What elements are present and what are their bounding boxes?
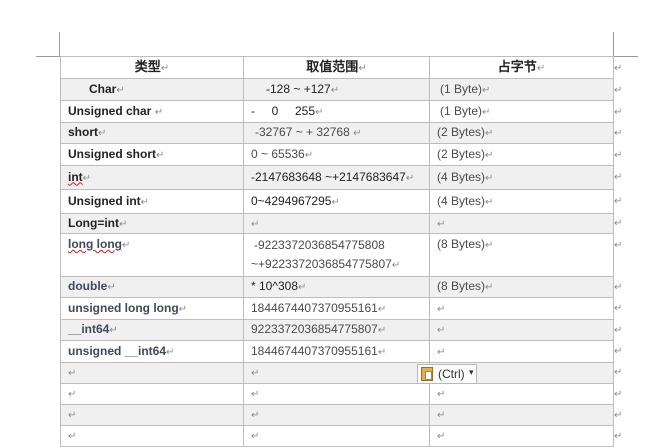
bytes-cell[interactable]: (1 Byte)↵ (429, 78, 614, 101)
table-row-empty: ↵ ↵ ↵ (60, 383, 614, 405)
end-of-row-mark: ↵ (614, 240, 623, 251)
type-cell[interactable]: int↵ (60, 165, 244, 190)
empty-cell[interactable]: ↵ (429, 404, 614, 426)
range-cell[interactable]: 0~4294967295↵ (243, 189, 430, 214)
end-of-row-mark: ↵ (614, 128, 623, 139)
end-of-row-mark: ↵ (614, 303, 623, 314)
crop-mark-top-right-v (613, 32, 614, 56)
end-of-row-mark: ↵ (614, 431, 623, 442)
empty-cell[interactable]: ↵ (243, 362, 430, 384)
bytes-cell[interactable]: (2 Bytes)↵ (429, 122, 614, 144)
type-cell[interactable]: Unsigned char ↵ (60, 100, 244, 123)
empty-cell[interactable]: ↵ (60, 362, 244, 384)
end-of-row-mark: ↵ (614, 367, 623, 378)
chevron-down-icon: ▾ (469, 367, 474, 377)
end-of-row-mark: ↵ (614, 389, 623, 400)
header-range[interactable]: 取值范围↵ (243, 56, 430, 79)
end-of-row-mark: ↵ (614, 346, 623, 357)
table-row: Char↵ -128 ~ +127↵ (1 Byte)↵ (60, 78, 614, 101)
table-row: short↵ -32767 ~ + 32768 ↵ (2 Bytes)↵ (60, 122, 614, 144)
table-row: __int64↵ 9223372036854775807↵ ↵ (60, 319, 614, 341)
range-cell[interactable]: 1844674407370955161↵ (243, 297, 430, 320)
bytes-cell[interactable]: (8 Bytes)↵ (429, 233, 614, 277)
end-of-row-mark: ↵ (614, 282, 623, 293)
empty-cell[interactable]: ↵ (60, 383, 244, 405)
range-cell[interactable]: -128 ~ +127↵ (243, 78, 430, 101)
data-type-table: 类型↵ 取值范围↵ 占字节↵ Char↵ -128 ~ +127↵ (1 Byt… (60, 56, 614, 447)
type-cell[interactable]: Unsigned short↵ (60, 143, 244, 166)
type-cell[interactable]: Long=int↵ (60, 213, 244, 234)
bytes-cell[interactable]: ↵ (429, 319, 614, 341)
range-cell[interactable]: -9223372036854775808 ~+92233720368547758… (243, 233, 430, 277)
type-cell[interactable]: double↵ (60, 276, 244, 298)
table-row-empty: ↵ ↵ ↵ (60, 362, 614, 384)
bytes-cell[interactable]: (4 Bytes)↵ (429, 189, 614, 214)
empty-cell[interactable]: ↵ (429, 383, 614, 405)
type-cell[interactable]: Char↵ (60, 78, 244, 101)
table-row: Unsigned short↵ 0 ~ 65536↵ (2 Bytes)↵ (60, 143, 614, 166)
empty-cell[interactable]: ↵ (243, 425, 430, 447)
empty-cell[interactable]: ↵ (243, 383, 430, 405)
empty-cell[interactable]: ↵ (243, 404, 430, 426)
end-of-row-mark: ↵ (614, 172, 623, 183)
empty-cell[interactable]: ↵ (429, 425, 614, 447)
header-bytes[interactable]: 占字节↵ (429, 56, 614, 79)
table-header-row: 类型↵ 取值范围↵ 占字节↵ (60, 56, 614, 79)
crop-mark-top-left-h (36, 56, 60, 57)
type-cell[interactable]: unsigned long long↵ (60, 297, 244, 320)
end-of-row-mark: ↵ (614, 107, 623, 118)
bytes-cell[interactable]: ↵ (429, 340, 614, 363)
table-row: Unsigned char ↵ - 0 255↵ (1 Byte)↵ (60, 100, 614, 123)
table-row: unsigned long long↵ 1844674407370955161↵… (60, 297, 614, 320)
range-cell[interactable]: * 10^308↵ (243, 276, 430, 298)
crop-mark-top-left-v (59, 32, 60, 56)
end-of-row-mark: ↵ (614, 410, 623, 421)
range-line-2: ~+9223372036854775807↵ (251, 257, 401, 271)
type-cell[interactable]: Unsigned int↵ (60, 189, 244, 214)
bytes-cell[interactable]: (2 Bytes)↵ (429, 143, 614, 166)
bytes-cell[interactable]: (8 Bytes)↵ (429, 276, 614, 298)
paste-options-label: (Ctrl) (438, 367, 465, 381)
end-of-row-mark: ↵ (614, 325, 623, 336)
table-row: int↵ -2147683648 ~+2147683647↵ (4 Bytes)… (60, 165, 614, 190)
type-cell[interactable]: unsigned __int64↵ (60, 340, 244, 363)
bytes-cell[interactable]: ↵ (429, 213, 614, 234)
table-row: long long↵ -9223372036854775808 ~+922337… (60, 233, 614, 277)
range-cell[interactable]: -2147683648 ~+2147683647↵ (243, 165, 430, 190)
bytes-cell[interactable]: (4 Bytes)↵ (429, 165, 614, 190)
range-cell[interactable]: ↵ (243, 213, 430, 234)
range-cell[interactable]: 1844674407370955161↵ (243, 340, 430, 363)
bytes-cell[interactable]: ↵ (429, 297, 614, 320)
clipboard-icon (421, 367, 433, 381)
table-row-empty: ↵ ↵ ↵ (60, 404, 614, 426)
empty-cell[interactable]: ↵ (60, 404, 244, 426)
range-line-1: -9223372036854775808 (254, 238, 385, 252)
end-of-row-mark: ↵ (614, 196, 623, 207)
bytes-cell[interactable]: (1 Byte)↵ (429, 100, 614, 123)
table-row: unsigned __int64↵ 1844674407370955161↵ ↵ (60, 340, 614, 363)
type-cell[interactable]: short↵ (60, 122, 244, 144)
range-cell[interactable]: 9223372036854775807↵ (243, 319, 430, 341)
range-cell[interactable]: -32767 ~ + 32768 ↵ (243, 122, 430, 144)
type-cell[interactable]: __int64↵ (60, 319, 244, 341)
end-of-row-mark: ↵ (614, 150, 623, 161)
type-cell[interactable]: long long↵ (60, 233, 244, 277)
end-of-row-mark: ↵ (614, 218, 623, 229)
paste-options-button[interactable]: (Ctrl) ▾ (417, 364, 477, 384)
crop-mark-top-right-h (614, 56, 638, 57)
end-of-row-mark: ↵ (614, 63, 623, 74)
table-row: double↵ * 10^308↵ (8 Bytes)↵ (60, 276, 614, 298)
end-of-row-mark: ↵ (614, 85, 623, 96)
table-row: Unsigned int↵ 0~4294967295↵ (4 Bytes)↵ (60, 189, 614, 214)
table-row: Long=int↵ ↵ ↵ (60, 213, 614, 234)
table-row-empty: ↵ ↵ ↵ (60, 425, 614, 447)
range-cell[interactable]: - 0 255↵ (243, 100, 430, 123)
range-cell[interactable]: 0 ~ 65536↵ (243, 143, 430, 166)
header-type[interactable]: 类型↵ (60, 56, 244, 79)
empty-cell[interactable]: ↵ (60, 425, 244, 447)
